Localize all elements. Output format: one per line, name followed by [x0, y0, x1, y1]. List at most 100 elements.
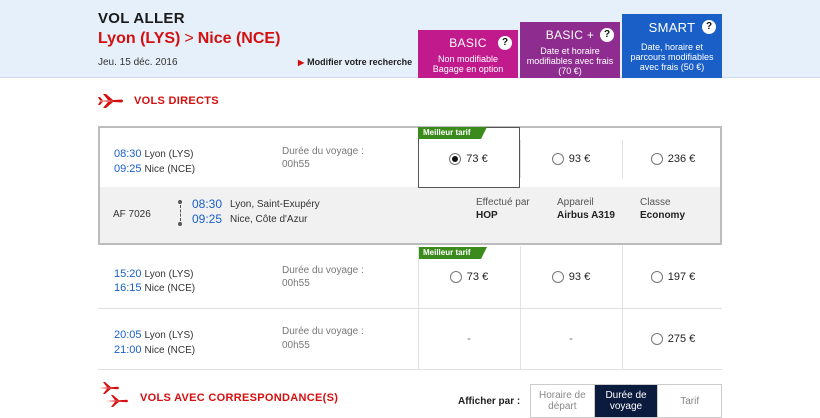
- price: 73 €: [466, 271, 489, 283]
- operated-by-value: HOP: [476, 210, 498, 221]
- search-summary-header: VOL ALLER Lyon (LYS) > Nice (NCE) Jeu. 15 …: [0, 0, 820, 78]
- modify-search-link[interactable]: ▶ Modifier votre recherche: [298, 57, 412, 67]
- fare-option-smart[interactable]: 236 €: [622, 140, 723, 178]
- duration-value: 00h55: [282, 340, 310, 351]
- play-icon: ▶: [298, 58, 305, 67]
- arrival: 16:15 Nice (NCE): [114, 278, 195, 296]
- duration-label: Durée du voyage :: [282, 265, 364, 276]
- fare-desc-line: Bagage en option: [432, 64, 504, 74]
- detail-arrival-time: 09:25: [192, 212, 223, 226]
- timeline-line: [179, 205, 181, 221]
- radio-button[interactable]: [449, 153, 462, 165]
- timeline-dot: [178, 200, 182, 204]
- arrival-time: 16:15: [114, 282, 142, 294]
- price: 93 €: [568, 271, 591, 283]
- sort-option-line: Horaire de: [538, 390, 586, 401]
- radio-button[interactable]: [650, 333, 663, 345]
- fare-option-basic: -: [418, 309, 519, 369]
- sort-label: Afficher par :: [458, 396, 521, 407]
- price: 93 €: [568, 153, 591, 165]
- fare-header-basic: BASIC Non modifiable Bagage en option ?: [418, 30, 518, 78]
- aircraft-value: Airbus A319: [557, 210, 615, 221]
- fare-desc-line: Non modifiable: [437, 54, 499, 64]
- price-unavailable: -: [467, 333, 471, 345]
- fare-option-smart[interactable]: 197 €: [622, 246, 723, 308]
- sort-option-line: Durée de: [605, 390, 647, 401]
- sort-by-duration-button[interactable]: Durée de voyage: [594, 385, 659, 417]
- fare-description: Non modifiable Bagage en option: [418, 54, 518, 74]
- sort-by-fare-button[interactable]: Tarif: [658, 385, 721, 417]
- fare-description: Date, horaire et parcours modifiables av…: [622, 42, 722, 72]
- travel-date: Jeu. 15 déc. 2016: [98, 57, 178, 68]
- price: 197 €: [667, 271, 696, 283]
- sort-option-label: Durée de voyage: [605, 390, 646, 412]
- radio-button[interactable]: [449, 271, 462, 283]
- duration-label: Durée du voyage :: [282, 326, 364, 337]
- price: 275 €: [667, 333, 696, 345]
- duration-label: Durée du voyage :: [282, 146, 364, 157]
- arrival: 09:25 Nice (NCE): [114, 159, 195, 177]
- direct-flights-heading: VOLS DIRECTS: [98, 94, 219, 108]
- sort-option-label: Tarif: [680, 395, 700, 407]
- fare-option-basic-plus[interactable]: 93 €: [520, 246, 621, 308]
- price: 73 €: [466, 153, 488, 165]
- itinerary-timeline: [178, 200, 182, 226]
- help-icon[interactable]: ?: [702, 20, 716, 34]
- connecting-flights-heading: VOLS AVEC CORRESPONDANCE(S): [98, 382, 338, 408]
- fare-option-basic-plus[interactable]: 93 €: [520, 140, 621, 178]
- route-separator: >: [184, 30, 194, 47]
- flight-number: AF 7026: [113, 209, 151, 220]
- sort-option-line: départ: [548, 401, 577, 412]
- duration-value: 00h55: [282, 278, 310, 289]
- help-icon[interactable]: ?: [498, 36, 512, 50]
- arrival-city: Nice (NCE): [144, 345, 196, 356]
- best-fare-badge: Meilleur tarif: [418, 127, 487, 139]
- aircraft-label: Appareil: [557, 197, 594, 208]
- duration-value: 00h55: [282, 159, 310, 170]
- fare-desc-line: modifiables avec frais: [526, 56, 614, 66]
- arrival-time: 09:25: [114, 163, 142, 175]
- fare-desc-line: Date, horaire et: [640, 42, 704, 52]
- arrival: 21:00 Nice (NCE): [114, 340, 195, 358]
- sort-option-line: voyage: [609, 401, 643, 412]
- detail-arrival-airport: Nice, Côte d'Azur: [230, 214, 308, 225]
- fare-option-smart[interactable]: 275 €: [622, 309, 723, 369]
- help-icon[interactable]: ?: [600, 28, 614, 42]
- radio-button[interactable]: [650, 271, 663, 283]
- modify-search-label: Modifier votre recherche: [307, 57, 413, 67]
- arrival-city: Nice (NCE): [144, 283, 196, 294]
- radio-button[interactable]: [551, 271, 564, 283]
- price-unavailable: -: [569, 333, 573, 345]
- connecting-planes-icon: [99, 382, 128, 407]
- fare-desc-line: parcours modifiables: [630, 52, 714, 62]
- radio-button[interactable]: [650, 153, 663, 165]
- class-label: Classe: [640, 197, 671, 208]
- fare-header-basic-plus: BASIC + Date et horaire modifiables avec…: [520, 22, 620, 78]
- class-value: Economy: [640, 210, 686, 221]
- detail-departure-airport: Lyon, Saint-Exupéry: [230, 199, 320, 210]
- page-title: VOL ALLER: [98, 10, 185, 27]
- fare-header-smart: SMART Date, horaire et parcours modifiab…: [622, 14, 722, 78]
- sort-options: Horaire de départ Durée de voyage Tarif: [530, 384, 722, 418]
- fare-description: Date et horaire modifiables avec frais (…: [520, 46, 620, 76]
- fare-desc-line: (70 €): [558, 66, 582, 76]
- timeline-dot: [178, 222, 182, 226]
- fare-option-basic-plus: -: [520, 309, 621, 369]
- route: Lyon (LYS) > Nice (NCE): [98, 30, 280, 48]
- sort-by-departure-button[interactable]: Horaire de départ: [531, 385, 595, 417]
- destination-city: Nice (NCE): [197, 30, 281, 47]
- arrival-city: Nice (NCE): [144, 164, 196, 175]
- fare-desc-line: Date et horaire: [540, 46, 600, 56]
- radio-button[interactable]: [551, 153, 564, 165]
- row-divider: [98, 369, 722, 370]
- fare-desc-line: avec frais (50 €): [639, 62, 705, 72]
- origin-city: Lyon (LYS): [98, 30, 181, 47]
- detail-departure-time: 08:30: [192, 197, 223, 211]
- operated-by-label: Effectué par: [476, 197, 530, 208]
- fare-option-basic[interactable]: 73 €: [418, 246, 519, 308]
- section-label: VOLS DIRECTS: [134, 95, 219, 107]
- plane-icon: [98, 94, 123, 108]
- price: 236 €: [667, 153, 696, 165]
- sort-option-label: Horaire de départ: [539, 390, 586, 412]
- fare-option-basic[interactable]: 73 €: [418, 140, 519, 178]
